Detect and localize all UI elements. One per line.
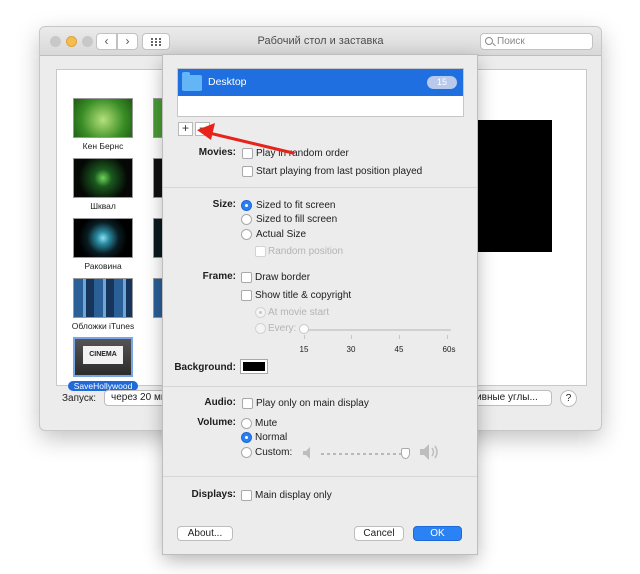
cancel-button[interactable]: Cancel [354,526,404,541]
volume-label: Volume: [197,417,236,428]
audio-label: Audio: [204,397,236,408]
size-fill-radio[interactable] [241,214,252,225]
main-display-audio-checkbox[interactable] [242,398,253,409]
show-title-checkbox[interactable] [241,290,252,301]
list-item[interactable]: Desktop 15 [178,69,463,96]
help-button[interactable]: ? [560,390,577,407]
random-position-label: Random position [268,246,344,257]
ok-button[interactable]: OK [413,526,462,541]
slider-tick-label: 60s [442,345,456,354]
count-badge: 15 [427,76,457,89]
search-icon [485,37,493,45]
screensaver-options-sheet: Desktop 15 + − Movies: Play in random or… [163,55,477,554]
background-label: Background: [174,362,236,373]
volume-custom-label: Custom: [255,447,293,458]
saver-thumb-itunes[interactable] [73,278,133,318]
movies-label: Movies: [198,147,236,158]
slider-tick [399,335,400,339]
cinema-logo: CINEMA [83,346,123,364]
saver-thumb-savehollywood[interactable]: CINEMA [73,337,133,377]
divider [163,187,477,188]
at-start-label: At movie start [268,307,330,318]
slider-tick-label: 15 [299,345,309,354]
saver-thumb-flurry[interactable] [73,158,133,198]
saver-thumb-ken-burns[interactable] [73,98,133,138]
draw-border-label: Draw border [255,272,311,283]
every-radio[interactable] [255,323,266,334]
saver-thumb-shell[interactable] [73,218,133,258]
search-placeholder: Поиск [497,36,525,47]
start-after-label: Запуск: [62,393,97,404]
volume-slider-knob[interactable] [401,448,410,459]
folder-label: Desktop [208,76,247,88]
volume-mute-label: Mute [255,418,278,429]
at-start-radio[interactable] [255,307,266,318]
main-display-only-label: Main display only [255,490,332,501]
folder-icon [182,72,202,91]
saver-label: Кен Бернс [82,141,124,151]
volume-mute-radio[interactable] [241,418,252,429]
divider [163,386,477,387]
speaker-high-icon [420,444,438,460]
interval-slider-track[interactable] [303,329,451,331]
resume-label: Start playing from last position played [256,166,423,177]
size-actual-radio[interactable] [241,229,252,240]
resume-checkbox[interactable] [242,166,253,177]
size-fit-label: Sized to fit screen [256,200,336,211]
about-button[interactable]: About... [177,526,233,541]
saver-label: Шквал [90,201,116,211]
add-folder-button[interactable]: + [178,122,193,136]
size-fill-label: Sized to fill screen [256,214,338,225]
preview-area [477,120,552,252]
remove-folder-button[interactable]: − [195,122,210,136]
size-fit-radio[interactable] [241,200,252,211]
divider [163,476,477,477]
random-order-label: Play in random order [256,148,349,159]
search-field[interactable]: Поиск [480,33,593,50]
slider-tick [447,335,448,339]
size-actual-label: Actual Size [256,229,307,240]
volume-normal-label: Normal [255,432,288,443]
main-display-audio-label: Play only on main display [256,398,369,409]
random-order-checkbox[interactable] [242,148,253,159]
show-title-label: Show title & copyright [255,290,352,301]
size-label: Size: [212,199,236,210]
slider-tick [351,335,352,339]
volume-slider-track[interactable] [321,453,411,455]
every-label: Every: [268,323,297,334]
color-swatch [243,362,265,371]
slider-tick [304,335,305,339]
displays-label: Displays: [191,489,236,500]
slider-tick-label: 30 [346,345,356,354]
title-bar: ‹ › Рабочий стол и заставка Поиск [40,27,601,56]
slider-tick-label: 45 [394,345,404,354]
main-display-only-checkbox[interactable] [241,490,252,501]
frame-label: Frame: [202,271,236,282]
saver-label: Раковина [84,261,122,271]
folder-list[interactable]: Desktop 15 [177,68,464,117]
saver-label: Обложки iTunes [71,321,135,331]
random-position-checkbox[interactable] [255,246,266,257]
volume-normal-radio[interactable] [241,432,252,443]
speaker-low-icon [303,447,310,459]
interval-slider-knob[interactable] [299,324,309,334]
volume-custom-radio[interactable] [241,447,252,458]
background-color-well[interactable] [240,359,268,374]
draw-border-checkbox[interactable] [241,272,252,283]
